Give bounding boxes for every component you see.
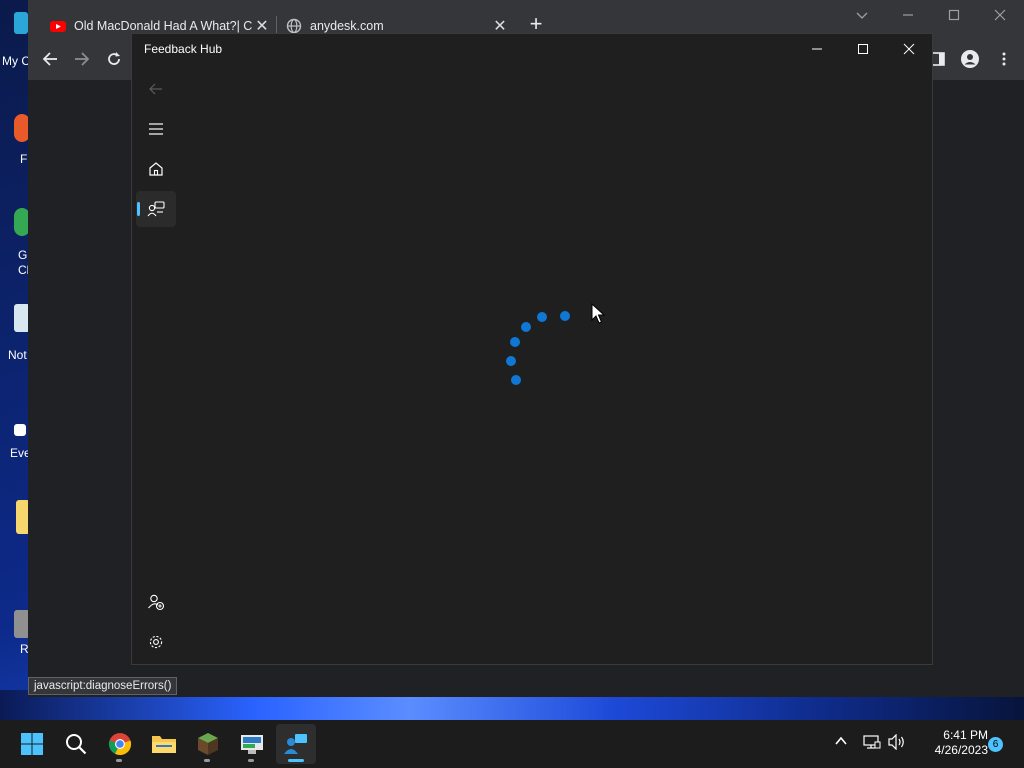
minimize-icon (903, 14, 913, 16)
close-button[interactable] (889, 37, 929, 63)
status-bubble: javascript:diagnoseErrors() (28, 677, 178, 695)
hamburger-icon (149, 123, 163, 135)
taskbar-minecraft[interactable] (188, 724, 228, 764)
arrow-left-icon (42, 52, 57, 66)
desktop: My C F G Ch Not Eve R Old MacDonald Had … (0, 0, 1024, 768)
chevron-down-icon (856, 12, 868, 19)
kebab-menu-icon (1002, 52, 1006, 66)
globe-icon (286, 18, 302, 33)
maximize-button[interactable] (843, 37, 883, 63)
clock-time: 6:41 PM (943, 728, 988, 742)
close-icon (903, 43, 915, 55)
nav-home-button[interactable] (136, 151, 176, 187)
nav-add-account-button[interactable] (136, 584, 176, 620)
arrow-left-icon (149, 83, 162, 95)
nav-settings-button[interactable] (136, 624, 176, 660)
nav-back-button[interactable] (136, 71, 176, 107)
running-indicator (204, 759, 210, 762)
maximize-button[interactable] (936, 4, 972, 28)
minimize-button[interactable] (890, 4, 926, 28)
desktop-icon-label: Not (8, 348, 27, 362)
youtube-icon (50, 20, 66, 32)
spinner-dot (560, 311, 570, 321)
minimize-button[interactable] (797, 37, 837, 63)
spinner-dot (537, 312, 547, 322)
clock-button[interactable]: 6:41 PM 4/26/2023 (912, 728, 988, 758)
volume-button[interactable] (888, 733, 906, 753)
tab-search-button[interactable] (844, 4, 880, 28)
reload-button[interactable] (102, 50, 126, 72)
network-icon (863, 735, 881, 749)
desktop-icon-notepad[interactable]: Not (0, 300, 30, 362)
profile-icon (961, 50, 979, 68)
desktop-icon-label: F (20, 152, 28, 166)
remote-desktop-icon (241, 735, 263, 754)
close-icon (994, 9, 1006, 21)
close-button[interactable] (982, 4, 1018, 28)
spinner-dot (506, 356, 516, 366)
taskbar-feedback-hub[interactable] (276, 724, 316, 764)
spinner-dot (510, 337, 520, 347)
shortcut-arrow-icon (14, 424, 26, 436)
windows-icon (21, 733, 43, 755)
spinner-dot (521, 322, 531, 332)
tab-title: Old MacDonald Had A What?| Co (74, 18, 252, 33)
spinner-dot (511, 375, 521, 385)
taskbar-file-explorer[interactable] (144, 724, 184, 764)
desktop-icon-label: My C (2, 54, 30, 68)
nav-menu-button[interactable] (136, 111, 176, 147)
network-button[interactable] (863, 734, 881, 753)
mouse-cursor-icon (591, 303, 605, 324)
desktop-icon-my-computer[interactable]: My C (0, 8, 30, 68)
taskbar: 6:41 PM 4/26/2023 (0, 720, 1024, 768)
window-title: Feedback Hub (144, 42, 223, 56)
running-indicator (116, 759, 122, 762)
browser-menu-button[interactable] (992, 50, 1016, 72)
chevron-up-icon (835, 736, 847, 745)
gear-icon (149, 635, 163, 649)
maximize-icon (858, 44, 868, 54)
profile-button[interactable] (958, 50, 982, 72)
clock-date: 4/26/2023 (934, 743, 988, 757)
speaker-icon (888, 733, 904, 751)
reload-icon (108, 52, 120, 65)
desktop-icon-folder[interactable] (0, 498, 30, 558)
search-icon (66, 734, 87, 755)
desktop-icon-everything[interactable]: Eve (0, 400, 31, 460)
maximize-icon (948, 9, 960, 21)
taskbar-chrome[interactable] (100, 724, 140, 764)
chrome-icon (108, 733, 132, 756)
forward-button[interactable] (70, 50, 94, 72)
desktop-icon-google-chrome[interactable]: G Ch (0, 204, 33, 277)
taskbar-remote-app[interactable] (232, 724, 272, 764)
folder-icon (152, 736, 176, 753)
search-button[interactable] (56, 724, 96, 764)
desktop-icon-recycle[interactable]: R (0, 600, 30, 660)
notification-badge[interactable]: 6 (988, 737, 1003, 752)
home-icon (149, 162, 163, 176)
running-indicator (248, 759, 254, 762)
minimize-icon (812, 48, 822, 50)
start-button[interactable] (12, 724, 52, 764)
active-indicator (288, 759, 304, 762)
tab-title: anydesk.com (310, 18, 384, 33)
feedback-hub-icon (284, 734, 307, 754)
feedback-icon (147, 201, 165, 217)
computer-icon (14, 12, 28, 34)
arrow-right-icon (75, 52, 90, 66)
minecraft-icon (198, 733, 218, 755)
show-hidden-icons-button[interactable] (834, 734, 848, 751)
back-button[interactable] (38, 50, 62, 72)
feedback-hub-window: Feedback Hub (131, 33, 933, 665)
desktop-icon-1[interactable]: F (0, 108, 30, 168)
nav-feedback-button[interactable] (136, 191, 176, 227)
add-person-icon (148, 594, 165, 611)
selection-indicator (137, 202, 140, 216)
